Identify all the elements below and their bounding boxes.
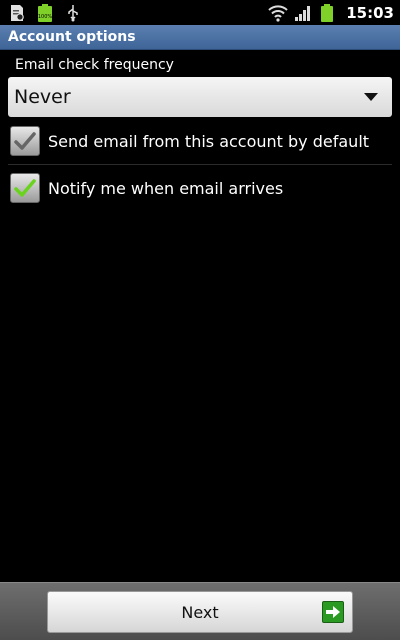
notify-checkbox[interactable]	[10, 173, 40, 203]
status-bar: 100% 15:03	[0, 0, 400, 25]
status-time: 15:03	[346, 3, 394, 22]
wifi-icon	[268, 4, 288, 22]
next-button-label: Next	[181, 602, 219, 622]
battery-full-notification-icon: 100%	[36, 3, 54, 22]
title-bar: Account options	[0, 25, 400, 50]
status-right: 15:03	[268, 3, 394, 22]
next-button[interactable]: Next	[47, 591, 353, 633]
frequency-selected-value: Never	[14, 86, 71, 108]
status-left: 100%	[8, 3, 82, 22]
bottom-bar: Next	[0, 582, 400, 640]
checkmark-icon	[14, 179, 36, 197]
battery-full-text: 100%	[38, 14, 53, 20]
send-default-checkbox[interactable]	[10, 126, 40, 156]
page-title: Account options	[8, 29, 136, 45]
arrow-right-icon	[322, 601, 344, 623]
send-default-label: Send email from this account by default	[48, 131, 370, 151]
sd-card-settings-icon	[8, 4, 26, 22]
frequency-spinner[interactable]: Never	[8, 77, 392, 117]
frequency-label: Email check frequency	[15, 57, 174, 73]
option-send-default[interactable]: Send email from this account by default	[0, 118, 400, 164]
usb-icon	[64, 4, 82, 22]
checkmark-icon	[14, 132, 36, 150]
notify-label: Notify me when email arrives	[48, 178, 284, 198]
dropdown-arrow-icon	[364, 93, 378, 101]
signal-icon	[294, 4, 312, 22]
battery-icon	[320, 3, 338, 22]
option-notify[interactable]: Notify me when email arrives	[0, 165, 400, 211]
